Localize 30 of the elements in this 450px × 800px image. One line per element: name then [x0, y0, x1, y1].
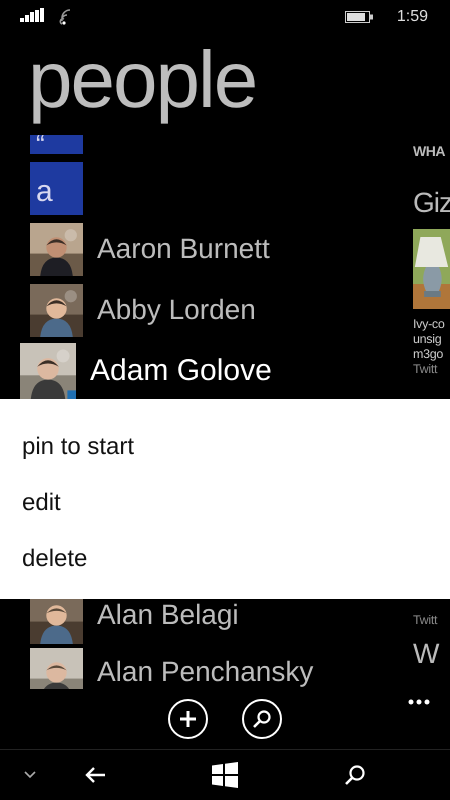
- page-title: people: [27, 34, 258, 126]
- search-button[interactable]: [242, 698, 282, 739]
- post-author[interactable]: W: [413, 638, 450, 670]
- plus-icon: [178, 708, 198, 729]
- add-button[interactable]: [168, 698, 208, 739]
- contact-name[interactable]: Alan Belagi: [97, 599, 239, 632]
- windows-icon[interactable]: [212, 762, 238, 788]
- chevron-down-icon[interactable]: [24, 770, 36, 779]
- post-source: Twitt: [413, 613, 438, 628]
- menu-item[interactable]: pin to start: [0, 429, 134, 486]
- post-text: m3go: [413, 346, 444, 362]
- letter-tile[interactable]: a: [30, 162, 83, 215]
- search-icon[interactable]: [344, 764, 366, 786]
- post-source: Twitt: [413, 362, 438, 377]
- more-icon[interactable]: [408, 698, 430, 705]
- status-time: 1:59: [396, 8, 428, 26]
- contact-name[interactable]: Aaron Burnett: [97, 233, 270, 266]
- menu-item[interactable]: edit: [0, 485, 61, 542]
- post-text: unsig: [413, 332, 442, 347]
- back-icon[interactable]: [84, 766, 106, 784]
- battery-icon: [344, 11, 373, 24]
- contact-name[interactable]: Abby Lorden: [97, 294, 256, 326]
- search-icon: [252, 708, 272, 729]
- contact-name[interactable]: Alan Penchansky: [97, 656, 314, 688]
- post-text: Ivy-co: [413, 316, 446, 332]
- signal-icon: [20, 8, 46, 22]
- section-heading: WHA: [413, 142, 446, 159]
- letter-tile[interactable]: “: [30, 134, 83, 154]
- contact-name[interactable]: Adam Golove: [90, 354, 272, 388]
- menu-item[interactable]: delete: [0, 541, 88, 598]
